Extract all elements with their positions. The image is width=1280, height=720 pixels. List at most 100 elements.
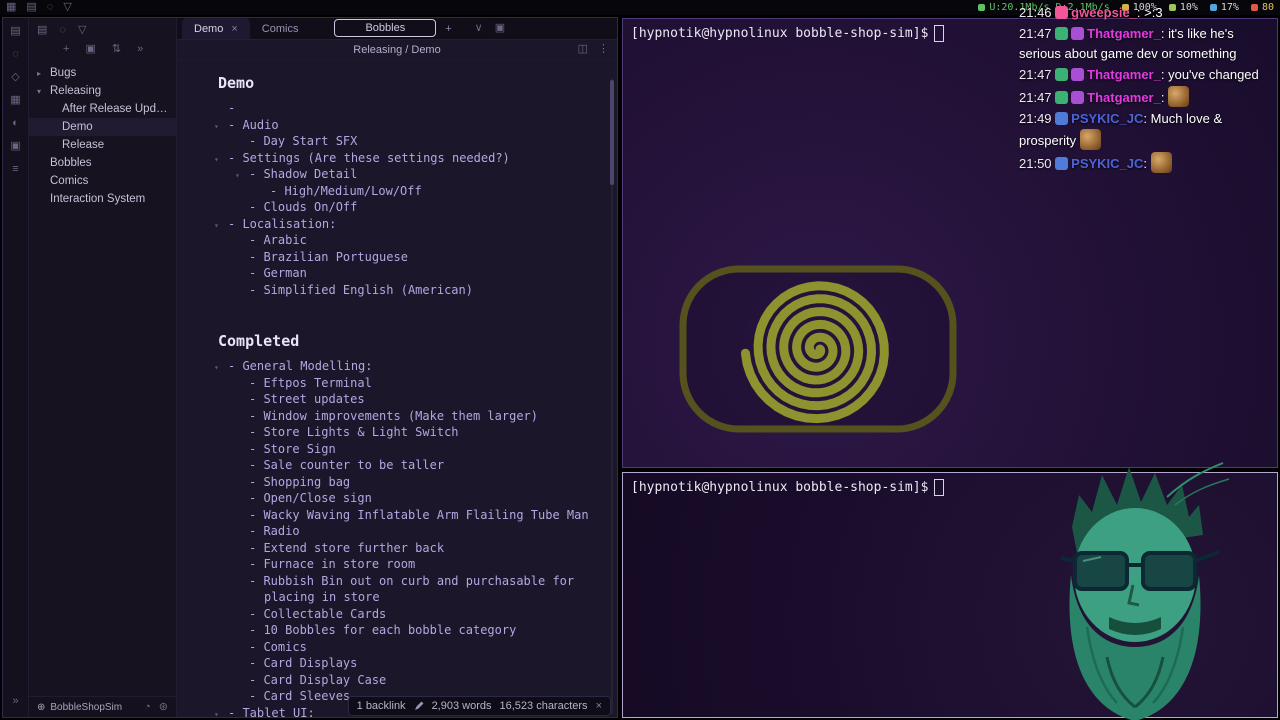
tree-item-comics[interactable]: Comics bbox=[29, 172, 176, 190]
tree-item-label: Comics bbox=[50, 175, 89, 187]
search-icon[interactable]: ◌ bbox=[47, 2, 54, 13]
note-line[interactable]: - Extend store further back bbox=[218, 540, 593, 557]
sync-icon[interactable]: ◔ bbox=[144, 701, 151, 713]
collapse-all-icon[interactable]: » bbox=[137, 44, 143, 55]
apps-icon[interactable]: ▦ bbox=[6, 2, 16, 13]
edit-mode-icon[interactable] bbox=[414, 701, 424, 711]
chat-text: you've changed bbox=[1168, 67, 1259, 82]
bullet-dash: - bbox=[249, 375, 264, 390]
new-note-icon[interactable]: + bbox=[63, 44, 69, 55]
note-line[interactable]: - bbox=[218, 100, 593, 117]
note-line[interactable]: - Store Lights & Light Switch bbox=[218, 424, 593, 441]
new-folder-icon[interactable]: ▣ bbox=[85, 44, 95, 55]
note-line[interactable]: - Clouds On/Off bbox=[218, 199, 593, 216]
note-line[interactable]: - Sale counter to be taller bbox=[218, 457, 593, 474]
note-line[interactable]: - Card Display Case bbox=[218, 672, 593, 689]
note-line[interactable]: - Open/Close sign bbox=[218, 490, 593, 507]
bullet-dash: - bbox=[249, 557, 264, 571]
stack-tabs-icon[interactable]: ▣ bbox=[495, 23, 505, 34]
note-line[interactable]: ▾ - Shadow Detail bbox=[218, 166, 593, 183]
chat-username[interactable]: PSYKIC_JC bbox=[1071, 111, 1143, 126]
terminal-window-bottom[interactable]: [hypnotik@hypnolinux bobble-shop-sim]$ bbox=[622, 462, 1278, 720]
note-line[interactable]: ▾ - General Modelling: bbox=[214, 358, 593, 375]
chat-overlay: 21:46 gweepsie_: >:3 21:47 Thatgamer_: it… bbox=[1019, 3, 1277, 175]
graph-icon[interactable]: ◇ bbox=[11, 72, 19, 83]
bullet-dash: - bbox=[249, 672, 264, 687]
layout-icon[interactable]: ▤ bbox=[26, 2, 36, 13]
note-line[interactable]: ▾ - Settings (Are these settings needed?) bbox=[214, 150, 593, 167]
bookmark-icon[interactable]: ▽ bbox=[63, 2, 71, 13]
note-editor[interactable]: Demo - ▾ - Audio - Day Start SFX ▾ - Setting… bbox=[177, 60, 617, 717]
tab-demo[interactable]: Demo × bbox=[182, 18, 250, 39]
note-line[interactable]: - Collectable Cards bbox=[218, 606, 593, 623]
search-tab-icon[interactable]: ◌ bbox=[59, 25, 66, 36]
close-popup-icon[interactable]: × bbox=[596, 700, 602, 712]
note-line[interactable]: ▾ - Localisation: bbox=[214, 216, 593, 233]
note-line[interactable]: - Window improvements (Make them larger) bbox=[218, 408, 593, 425]
tree-item-releasing[interactable]: ▾ Releasing bbox=[29, 82, 176, 100]
note-line[interactable]: - Wacky Waving Inflatable Arm Flailing T… bbox=[218, 507, 593, 524]
expand-ribbon-icon[interactable]: » bbox=[12, 695, 18, 707]
note-line[interactable]: - Arabic bbox=[218, 232, 593, 249]
note-line[interactable]: - 10 Bobbles for each bobble category bbox=[218, 622, 593, 639]
note-line[interactable]: - Comics bbox=[218, 639, 593, 656]
tree-item-interaction-system[interactable]: Interaction System bbox=[29, 190, 176, 208]
chat-message: 21:47 Thatgamer_: bbox=[1019, 86, 1277, 108]
command-icon[interactable]: ≡ bbox=[12, 164, 18, 175]
char-count[interactable]: 16,523 characters bbox=[500, 700, 588, 712]
new-tab-button[interactable]: + bbox=[436, 18, 460, 39]
templates-icon[interactable]: ▣ bbox=[10, 141, 20, 152]
tab-dropdown-icon[interactable]: ∨ bbox=[475, 23, 483, 34]
tree-item-demo[interactable]: Demo bbox=[29, 118, 176, 136]
note-line[interactable]: - Day Start SFX bbox=[218, 133, 593, 150]
tree-item-label: Bobbles bbox=[50, 157, 92, 169]
fold-arrow-icon[interactable]: ▾ bbox=[214, 707, 219, 718]
vault-switcher[interactable]: ⊕ BobbleShopSim ◔ ⊛ bbox=[29, 696, 176, 717]
note-line[interactable]: - Card Displays bbox=[218, 655, 593, 672]
chat-username[interactable]: Thatgamer_ bbox=[1087, 26, 1161, 41]
note-line[interactable]: - High/Medium/Low/Off bbox=[218, 183, 593, 200]
note-line[interactable]: - Shopping bag bbox=[218, 474, 593, 491]
chat-username[interactable]: gweepsie_ bbox=[1071, 5, 1137, 20]
note-line[interactable]: - Store Sign bbox=[218, 441, 593, 458]
daily-note-icon[interactable]: ◐ bbox=[12, 118, 19, 129]
tree-item-release[interactable]: Release bbox=[29, 136, 176, 154]
tab-comics[interactable]: Comics bbox=[250, 18, 311, 39]
chat-username[interactable]: Thatgamer_ bbox=[1087, 90, 1161, 105]
note-line[interactable]: - Furnace in store room bbox=[218, 556, 593, 573]
reading-view-icon[interactable]: ◫ bbox=[578, 44, 588, 55]
explorer-tab-icon[interactable]: ▤ bbox=[37, 25, 47, 36]
tree-item-after-release-upd[interactable]: After Release Upd… bbox=[29, 100, 176, 118]
note-text: Comics bbox=[263, 639, 307, 654]
note-line[interactable]: - German bbox=[218, 265, 593, 282]
note-line[interactable]: - Rubbish Bin out on curb and purchasabl… bbox=[218, 573, 593, 606]
backlink-count[interactable]: 1 backlink bbox=[357, 700, 406, 712]
note-line[interactable]: - Brazilian Portuguese bbox=[218, 249, 593, 266]
breadcrumb[interactable]: Releasing / Demo bbox=[177, 44, 617, 56]
tree-item-bugs[interactable]: ▸ Bugs bbox=[29, 64, 176, 82]
note-line[interactable]: - Radio bbox=[218, 523, 593, 540]
note-text: Rubbish Bin out on curb and purchasable … bbox=[263, 573, 575, 605]
chat-username[interactable]: Thatgamer_ bbox=[1087, 67, 1161, 82]
search-icon[interactable]: ◌ bbox=[12, 49, 19, 60]
tree-item-bobbles[interactable]: Bobbles bbox=[29, 154, 176, 172]
note-line[interactable]: - Street updates bbox=[218, 391, 593, 408]
settings-icon[interactable]: ⊛ bbox=[159, 701, 168, 713]
chat-username[interactable]: PSYKIC_JC bbox=[1071, 156, 1143, 171]
chevron-icon[interactable]: ▾ bbox=[37, 87, 46, 96]
canvas-icon[interactable]: ▦ bbox=[10, 95, 20, 106]
files-icon[interactable]: ▤ bbox=[10, 26, 20, 37]
note-line[interactable]: - Eftpos Terminal bbox=[218, 375, 593, 392]
sort-icon[interactable]: ⇅ bbox=[112, 44, 121, 55]
chat-timestamp: 21:47 bbox=[1019, 26, 1056, 41]
note-line[interactable]: - Simplified English (American) bbox=[218, 282, 593, 299]
chat-badge-icon bbox=[1055, 91, 1069, 104]
chevron-icon[interactable]: ▸ bbox=[37, 69, 46, 78]
bookmarks-tab-icon[interactable]: ▽ bbox=[78, 25, 86, 36]
tab-bobbles[interactable]: Bobbles bbox=[334, 19, 437, 37]
more-options-icon[interactable]: ⋮ bbox=[598, 44, 609, 55]
tab-close-icon[interactable]: × bbox=[231, 23, 237, 35]
word-count[interactable]: 2,903 words bbox=[432, 700, 492, 712]
note-line[interactable]: ▾ - Audio bbox=[214, 117, 593, 134]
scrollbar-thumb[interactable] bbox=[610, 80, 614, 185]
